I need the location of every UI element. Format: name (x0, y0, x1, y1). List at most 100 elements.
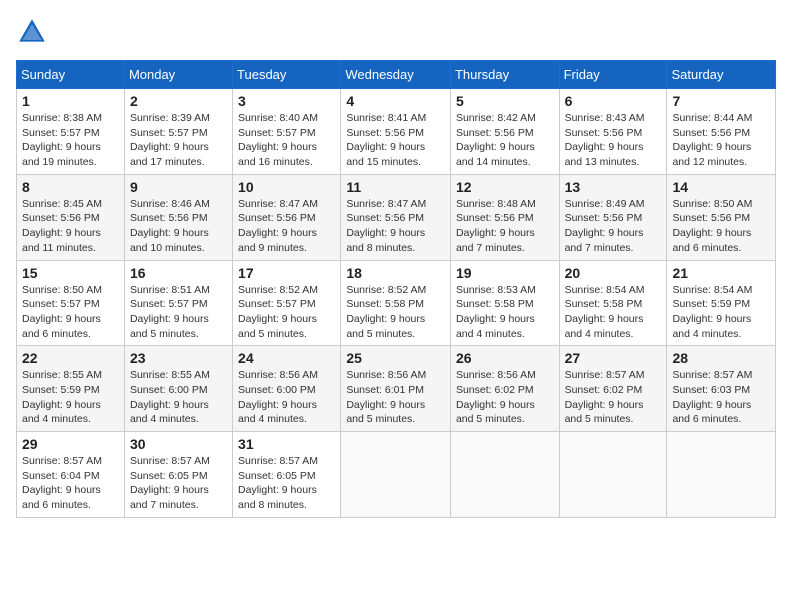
day-number: 29 (22, 436, 119, 452)
day-number: 23 (130, 350, 227, 366)
calendar-day-cell: 9 Sunrise: 8:46 AM Sunset: 5:56 PM Daylig… (124, 174, 232, 260)
day-number: 21 (672, 265, 770, 281)
day-info: Sunrise: 8:40 AM Sunset: 5:57 PM Dayligh… (238, 111, 335, 170)
day-info: Sunrise: 8:54 AM Sunset: 5:59 PM Dayligh… (672, 283, 770, 342)
day-number: 6 (565, 93, 662, 109)
day-number: 1 (22, 93, 119, 109)
calendar-day-cell (559, 432, 667, 518)
day-number: 14 (672, 179, 770, 195)
calendar-day-cell: 6 Sunrise: 8:43 AM Sunset: 5:56 PM Daylig… (559, 89, 667, 175)
calendar-day-header: Tuesday (233, 61, 341, 89)
calendar-day-header: Saturday (667, 61, 776, 89)
calendar-day-cell: 15 Sunrise: 8:50 AM Sunset: 5:57 PM Dayli… (17, 260, 125, 346)
day-number: 8 (22, 179, 119, 195)
day-info: Sunrise: 8:57 AM Sunset: 6:05 PM Dayligh… (130, 454, 227, 513)
day-info: Sunrise: 8:54 AM Sunset: 5:58 PM Dayligh… (565, 283, 662, 342)
day-number: 27 (565, 350, 662, 366)
calendar-body: 1 Sunrise: 8:38 AM Sunset: 5:57 PM Daylig… (17, 89, 776, 518)
calendar-day-cell: 28 Sunrise: 8:57 AM Sunset: 6:03 PM Dayli… (667, 346, 776, 432)
day-info: Sunrise: 8:52 AM Sunset: 5:58 PM Dayligh… (346, 283, 445, 342)
day-info: Sunrise: 8:57 AM Sunset: 6:03 PM Dayligh… (672, 368, 770, 427)
calendar-day-header: Wednesday (341, 61, 451, 89)
calendar-day-cell: 16 Sunrise: 8:51 AM Sunset: 5:57 PM Dayli… (124, 260, 232, 346)
calendar-day-cell: 17 Sunrise: 8:52 AM Sunset: 5:57 PM Dayli… (233, 260, 341, 346)
calendar-week-row: 1 Sunrise: 8:38 AM Sunset: 5:57 PM Daylig… (17, 89, 776, 175)
day-info: Sunrise: 8:39 AM Sunset: 5:57 PM Dayligh… (130, 111, 227, 170)
calendar-day-cell: 3 Sunrise: 8:40 AM Sunset: 5:57 PM Daylig… (233, 89, 341, 175)
day-info: Sunrise: 8:43 AM Sunset: 5:56 PM Dayligh… (565, 111, 662, 170)
day-info: Sunrise: 8:50 AM Sunset: 5:57 PM Dayligh… (22, 283, 119, 342)
day-number: 12 (456, 179, 554, 195)
day-number: 5 (456, 93, 554, 109)
day-number: 25 (346, 350, 445, 366)
calendar-day-cell (450, 432, 559, 518)
calendar-week-row: 8 Sunrise: 8:45 AM Sunset: 5:56 PM Daylig… (17, 174, 776, 260)
calendar-table: SundayMondayTuesdayWednesdayThursdayFrid… (16, 60, 776, 518)
day-info: Sunrise: 8:46 AM Sunset: 5:56 PM Dayligh… (130, 197, 227, 256)
day-info: Sunrise: 8:50 AM Sunset: 5:56 PM Dayligh… (672, 197, 770, 256)
calendar-week-row: 29 Sunrise: 8:57 AM Sunset: 6:04 PM Dayli… (17, 432, 776, 518)
logo (16, 16, 52, 48)
calendar-day-header: Monday (124, 61, 232, 89)
calendar-day-cell: 7Sunrise: 8:44 AM Sunset: 5:56 PM Daylig… (667, 89, 776, 175)
calendar-day-cell: 30 Sunrise: 8:57 AM Sunset: 6:05 PM Dayli… (124, 432, 232, 518)
day-number: 17 (238, 265, 335, 281)
calendar-day-cell: 27Sunrise: 8:57 AM Sunset: 6:02 PM Dayli… (559, 346, 667, 432)
day-info: Sunrise: 8:55 AM Sunset: 6:00 PM Dayligh… (130, 368, 227, 427)
day-info: Sunrise: 8:45 AM Sunset: 5:56 PM Dayligh… (22, 197, 119, 256)
calendar-day-cell: 8 Sunrise: 8:45 AM Sunset: 5:56 PM Daylig… (17, 174, 125, 260)
calendar-day-cell: 1 Sunrise: 8:38 AM Sunset: 5:57 PM Daylig… (17, 89, 125, 175)
logo-icon (16, 16, 48, 48)
day-number: 7 (672, 93, 770, 109)
day-info: Sunrise: 8:47 AM Sunset: 5:56 PM Dayligh… (238, 197, 335, 256)
calendar-day-cell: 14 Sunrise: 8:50 AM Sunset: 5:56 PM Dayli… (667, 174, 776, 260)
day-number: 10 (238, 179, 335, 195)
day-info: Sunrise: 8:56 AM Sunset: 6:00 PM Dayligh… (238, 368, 335, 427)
day-number: 31 (238, 436, 335, 452)
calendar-day-cell: 19 Sunrise: 8:53 AM Sunset: 5:58 PM Dayli… (450, 260, 559, 346)
day-number: 19 (456, 265, 554, 281)
calendar-day-header: Friday (559, 61, 667, 89)
page-header (16, 16, 776, 48)
day-info: Sunrise: 8:38 AM Sunset: 5:57 PM Dayligh… (22, 111, 119, 170)
day-number: 26 (456, 350, 554, 366)
day-info: Sunrise: 8:56 AM Sunset: 6:01 PM Dayligh… (346, 368, 445, 427)
day-number: 22 (22, 350, 119, 366)
calendar-day-cell: 5Sunrise: 8:42 AM Sunset: 5:56 PM Daylig… (450, 89, 559, 175)
day-number: 13 (565, 179, 662, 195)
calendar-day-header: Sunday (17, 61, 125, 89)
calendar-day-cell: 12Sunrise: 8:48 AM Sunset: 5:56 PM Dayli… (450, 174, 559, 260)
calendar-day-cell: 13 Sunrise: 8:49 AM Sunset: 5:56 PM Dayli… (559, 174, 667, 260)
calendar-week-row: 22 Sunrise: 8:55 AM Sunset: 5:59 PM Dayli… (17, 346, 776, 432)
calendar-day-cell: 26Sunrise: 8:56 AM Sunset: 6:02 PM Dayli… (450, 346, 559, 432)
calendar-day-cell: 4Sunrise: 8:41 AM Sunset: 5:56 PM Daylig… (341, 89, 451, 175)
day-number: 24 (238, 350, 335, 366)
day-number: 11 (346, 179, 445, 195)
day-number: 28 (672, 350, 770, 366)
day-info: Sunrise: 8:55 AM Sunset: 5:59 PM Dayligh… (22, 368, 119, 427)
calendar-day-cell (667, 432, 776, 518)
calendar-day-cell: 18 Sunrise: 8:52 AM Sunset: 5:58 PM Dayli… (341, 260, 451, 346)
calendar-day-cell: 2 Sunrise: 8:39 AM Sunset: 5:57 PM Daylig… (124, 89, 232, 175)
calendar-day-cell: 25 Sunrise: 8:56 AM Sunset: 6:01 PM Dayli… (341, 346, 451, 432)
calendar-header-row: SundayMondayTuesdayWednesdayThursdayFrid… (17, 61, 776, 89)
day-info: Sunrise: 8:51 AM Sunset: 5:57 PM Dayligh… (130, 283, 227, 342)
day-number: 15 (22, 265, 119, 281)
day-number: 18 (346, 265, 445, 281)
day-number: 9 (130, 179, 227, 195)
day-info: Sunrise: 8:52 AM Sunset: 5:57 PM Dayligh… (238, 283, 335, 342)
calendar-day-cell: 21 Sunrise: 8:54 AM Sunset: 5:59 PM Dayli… (667, 260, 776, 346)
day-info: Sunrise: 8:53 AM Sunset: 5:58 PM Dayligh… (456, 283, 554, 342)
day-info: Sunrise: 8:47 AM Sunset: 5:56 PM Dayligh… (346, 197, 445, 256)
calendar-day-cell: 10 Sunrise: 8:47 AM Sunset: 5:56 PM Dayli… (233, 174, 341, 260)
day-number: 3 (238, 93, 335, 109)
day-number: 30 (130, 436, 227, 452)
day-info: Sunrise: 8:49 AM Sunset: 5:56 PM Dayligh… (565, 197, 662, 256)
calendar-day-cell: 24 Sunrise: 8:56 AM Sunset: 6:00 PM Dayli… (233, 346, 341, 432)
day-number: 16 (130, 265, 227, 281)
day-number: 2 (130, 93, 227, 109)
calendar-day-cell: 22 Sunrise: 8:55 AM Sunset: 5:59 PM Dayli… (17, 346, 125, 432)
day-info: Sunrise: 8:57 AM Sunset: 6:05 PM Dayligh… (238, 454, 335, 513)
day-info: Sunrise: 8:57 AM Sunset: 6:04 PM Dayligh… (22, 454, 119, 513)
day-number: 4 (346, 93, 445, 109)
